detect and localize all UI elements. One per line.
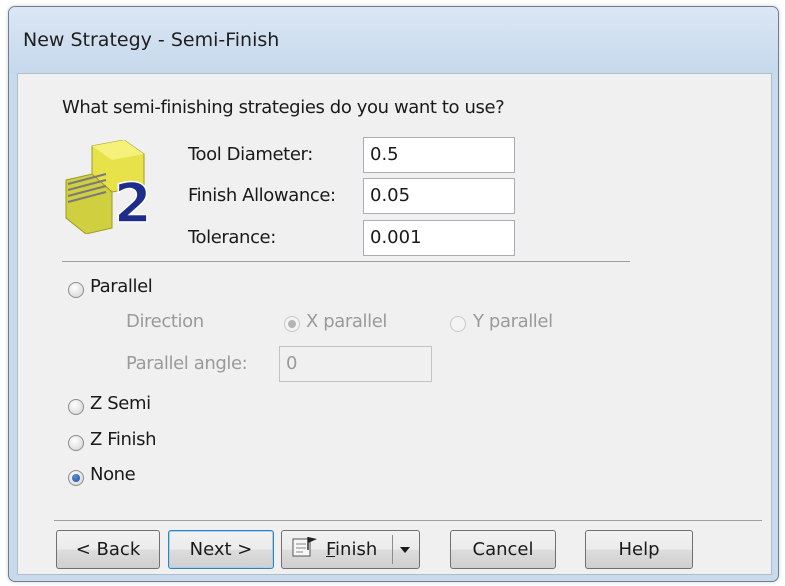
y-parallel-radio[interactable] [450,316,466,332]
finish-mnemonic: F [326,539,336,560]
parallel-radio[interactable] [68,282,84,298]
z-finish-label[interactable]: Z Finish [90,429,156,450]
finish-label: Finish [326,539,377,560]
tool-diameter-label: Tool Diameter: [188,144,313,165]
button-divider [54,520,762,521]
finish-allowance-field[interactable]: 0.05 [363,178,515,214]
x-parallel-label[interactable]: X parallel [306,311,387,332]
title-bar: New Strategy - Semi-Finish [9,7,778,73]
parallel-angle-label: Parallel angle: [126,353,248,374]
back-button[interactable]: < Back [56,530,160,569]
svg-text:2: 2 [114,172,152,234]
finish-label-rest: inish [335,539,378,560]
tool-diameter-field[interactable]: 0.5 [363,137,515,173]
parallel-angle-field[interactable]: 0 [279,346,432,382]
finish-split-button[interactable]: Finish [281,530,420,569]
none-label[interactable]: None [90,464,136,485]
z-semi-radio[interactable] [68,399,84,415]
tolerance-field[interactable]: 0.001 [363,220,515,256]
parallel-label[interactable]: Parallel [90,276,153,297]
dropdown-arrow-icon[interactable] [400,547,410,553]
z-finish-radio[interactable] [68,435,84,451]
section-divider [62,261,630,262]
y-parallel-label[interactable]: Y parallel [473,311,553,332]
strategy-prompt: What semi-finishing strategies do you wa… [62,97,505,118]
finish-allowance-label: Finish Allowance: [188,185,336,206]
x-parallel-radio[interactable] [284,316,300,332]
dialog-window: New Strategy - Semi-Finish What semi-fin… [8,6,779,582]
help-button[interactable]: Help [585,530,693,569]
next-button[interactable]: Next > [168,530,274,569]
direction-label: Direction [126,311,204,332]
finish-split-divider [392,535,393,564]
tolerance-label: Tolerance: [188,227,276,248]
z-semi-label[interactable]: Z Semi [90,393,151,414]
cancel-button[interactable]: Cancel [450,530,556,569]
window-title: New Strategy - Semi-Finish [23,29,280,51]
dialog-body: What semi-finishing strategies do you wa… [17,73,772,575]
semi-finish-step-2-icon: 2 [62,139,174,236]
none-radio[interactable] [68,470,84,486]
finish-flag-icon [292,536,318,563]
